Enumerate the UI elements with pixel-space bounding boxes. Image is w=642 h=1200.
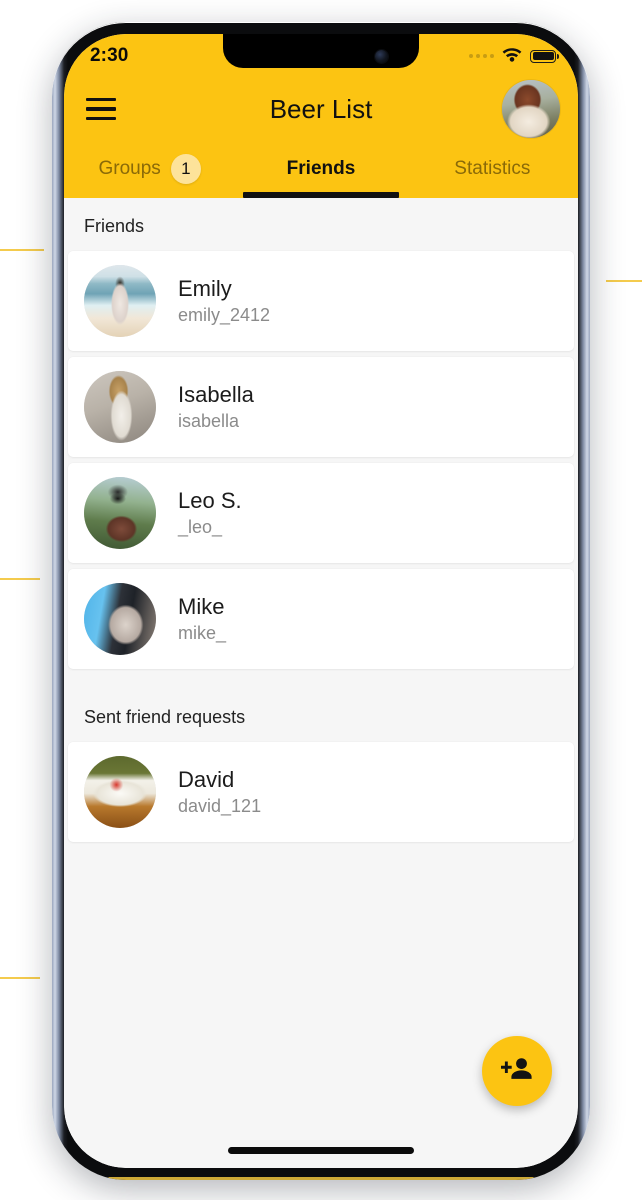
- avatar: [84, 265, 156, 337]
- friends-list-scroll-area[interactable]: Friends Emily emily_2412 Isabella isabel…: [64, 198, 578, 1168]
- wifi-icon: [501, 45, 523, 67]
- home-indicator[interactable]: [228, 1147, 414, 1154]
- friend-handle: _leo_: [178, 517, 223, 538]
- tab-groups[interactable]: Groups 1: [64, 140, 235, 198]
- battery-full-icon: [530, 49, 560, 63]
- avatar: [84, 756, 156, 828]
- avatar[interactable]: [502, 80, 560, 138]
- section-header-sent-requests: Sent friend requests: [84, 707, 246, 727]
- frame-bottom-accent: [108, 1177, 534, 1180]
- friend-handle: isabella: [178, 411, 240, 432]
- app-viewport: 2:30 Beer List Groups 1 Friends Statisti…: [64, 34, 578, 1168]
- list-item[interactable]: Isabella isabella: [68, 357, 574, 457]
- tab-statistics-label: Statistics: [454, 158, 531, 179]
- status-bar-indicators: [469, 45, 560, 67]
- guide-line-left-bottom: [0, 977, 40, 979]
- guide-line-right: [606, 280, 642, 282]
- friend-name: Emily: [178, 275, 232, 301]
- avatar-image-emily: [84, 265, 156, 337]
- cellular-dots-icon: [469, 54, 494, 58]
- list-item[interactable]: Emily emily_2412: [68, 251, 574, 351]
- title-row: Beer List: [64, 78, 578, 140]
- display-notch: [223, 34, 419, 68]
- list-item[interactable]: Leo S. _leo_: [68, 463, 574, 563]
- canvas: 2:30 Beer List Groups 1 Friends Statisti…: [0, 0, 642, 1200]
- list-item[interactable]: David david_121: [68, 742, 574, 842]
- friend-name: Isabella: [178, 381, 254, 407]
- avatar-image-isabella: [84, 371, 156, 443]
- guide-line-left-top: [0, 249, 44, 251]
- tab-friends-label: Friends: [286, 158, 356, 179]
- add-friend-button[interactable]: [482, 1036, 552, 1106]
- section-header-friends: Friends: [84, 216, 145, 236]
- avatar-image-self: [502, 80, 560, 138]
- guide-line-left-middle: [0, 578, 40, 580]
- tab-groups-label: Groups: [98, 158, 161, 179]
- status-badge: 1: [170, 154, 201, 184]
- friend-handle: mike_: [178, 623, 227, 644]
- friend-handle: david_121: [178, 796, 262, 817]
- tab-statistics[interactable]: Statistics: [407, 140, 578, 198]
- avatar-image-david: [84, 756, 156, 828]
- avatar: [84, 371, 156, 443]
- avatar-image-mike: [84, 583, 156, 655]
- tab-bar: Groups 1 Friends Statistics: [64, 140, 578, 198]
- friend-name: David: [178, 766, 235, 792]
- phone-device-frame: 2:30 Beer List Groups 1 Friends Statisti…: [52, 22, 590, 1180]
- status-bar-clock: 2:30: [90, 45, 129, 66]
- avatar: [84, 477, 156, 549]
- avatar: [84, 583, 156, 655]
- person-add-icon: [500, 1055, 534, 1088]
- list-item[interactable]: Mike mike_: [68, 569, 574, 669]
- avatar-image-leo: [84, 477, 156, 549]
- hamburger-menu-icon[interactable]: [86, 95, 120, 123]
- friend-handle: emily_2412: [178, 305, 271, 326]
- page-title: Beer List: [269, 93, 373, 124]
- front-camera-icon: [375, 50, 388, 63]
- tab-friends[interactable]: Friends: [235, 140, 406, 198]
- phone-screen: 2:30 Beer List Groups 1 Friends Statisti…: [64, 34, 578, 1168]
- friend-name: Mike: [178, 593, 225, 619]
- friend-name: Leo S.: [178, 487, 242, 513]
